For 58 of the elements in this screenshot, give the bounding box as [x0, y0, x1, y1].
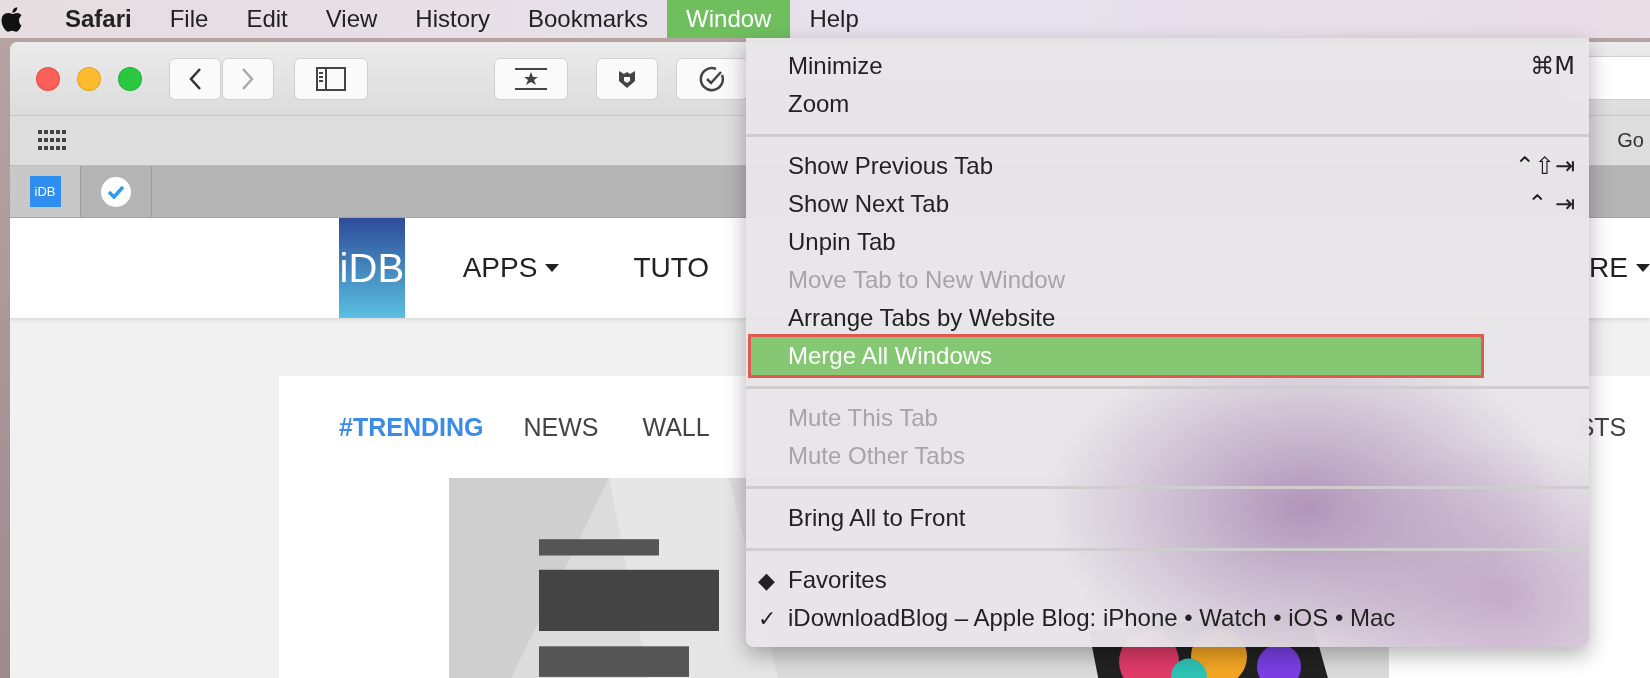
menu-item-label: Unpin Tab [788, 228, 896, 256]
menu-title[interactable]: Help [790, 0, 878, 38]
trending-link[interactable]: WALL [642, 412, 710, 442]
close-button[interactable] [36, 66, 60, 91]
nav-link[interactable]: RE [1589, 252, 1650, 284]
check-circle-icon [698, 64, 726, 93]
sidebar-button[interactable] [294, 57, 368, 100]
menu-item-label: iDownloadBlog – Apple Blog: iPhone • Watch • iOS • Mac [788, 604, 1396, 632]
menu-item[interactable]: Show Next Tab ⌃ ⇥ [746, 185, 1589, 223]
keyboard-shortcut: ⌃ ⇥ [1527, 190, 1575, 218]
shield-icon [618, 68, 636, 89]
menu-item-label: Move Tab to New Window [788, 266, 1065, 294]
check-button[interactable] [676, 57, 748, 100]
caret-icon [545, 264, 560, 272]
check-favicon-icon [101, 176, 131, 207]
menu-item-label: Mute Other Tabs [788, 442, 965, 470]
menu-item[interactable]: Minimize ⌘M [746, 47, 1589, 85]
back-chevron-icon [188, 66, 202, 91]
sidebar-icon [316, 66, 346, 91]
apple-logo-icon[interactable] [0, 5, 24, 33]
menu-item-label: Show Previous Tab [788, 152, 993, 180]
menu-title[interactable]: History [396, 0, 509, 38]
bookmark-star-button[interactable] [494, 57, 568, 100]
menu-item-label: Show Next Tab [788, 190, 949, 218]
site-logo[interactable]: iDB [339, 218, 405, 318]
menu-item[interactable]: Zoom [746, 85, 1589, 123]
menu-item[interactable]: Arrange Tabs by Website [746, 299, 1589, 337]
menu-item-label: Favorites [788, 566, 887, 594]
menu-title[interactable]: Safari [46, 0, 151, 38]
menu-item[interactable]: ✓ iDownloadBlog – Apple Blog: iPhone • Watch • iOS • Mac [746, 599, 1589, 637]
star-icon [513, 66, 549, 91]
shield-button[interactable] [596, 57, 658, 100]
menu-item-mark: ✓ [758, 605, 777, 631]
menu-item-label: Zoom [788, 90, 850, 118]
menu-item[interactable]: Show Previous Tab ⌃⇧⇥ [746, 147, 1589, 185]
menu-item-label: Merge All Windows [788, 342, 993, 370]
site-favicon: iDB [29, 176, 61, 207]
caret-icon [1636, 264, 1650, 272]
grid-icon[interactable] [38, 129, 68, 152]
keyboard-shortcut: ⌘M [1530, 52, 1575, 80]
forward-chevron-icon [241, 66, 255, 91]
menu-title[interactable]: View [306, 0, 397, 38]
menu-item-label: Bring All to Front [788, 504, 966, 532]
menu-item[interactable]: Bring All to Front [746, 499, 1589, 537]
menu-title[interactable]: Edit [227, 0, 307, 38]
menu-title[interactable]: Bookmarks [509, 0, 668, 38]
menu-item[interactable]: Unpin Tab [746, 223, 1589, 261]
bookmark-link[interactable]: Go [1617, 129, 1644, 152]
menu-item-label: Minimize [788, 52, 883, 80]
keyboard-shortcut: ⌃⇧⇥ [1514, 152, 1575, 180]
back-button[interactable] [169, 57, 221, 100]
menu-item[interactable]: ◆ Favorites [746, 561, 1589, 599]
menu-item-label: Arrange Tabs by Website [788, 304, 1056, 332]
nav-link[interactable]: APPS [462, 252, 560, 284]
nav-link[interactable]: TUTO [633, 252, 710, 284]
menu-item-mark: ◆ [758, 567, 775, 593]
menu-title[interactable]: File [150, 0, 228, 38]
trending-link[interactable]: NEWS [523, 412, 599, 442]
